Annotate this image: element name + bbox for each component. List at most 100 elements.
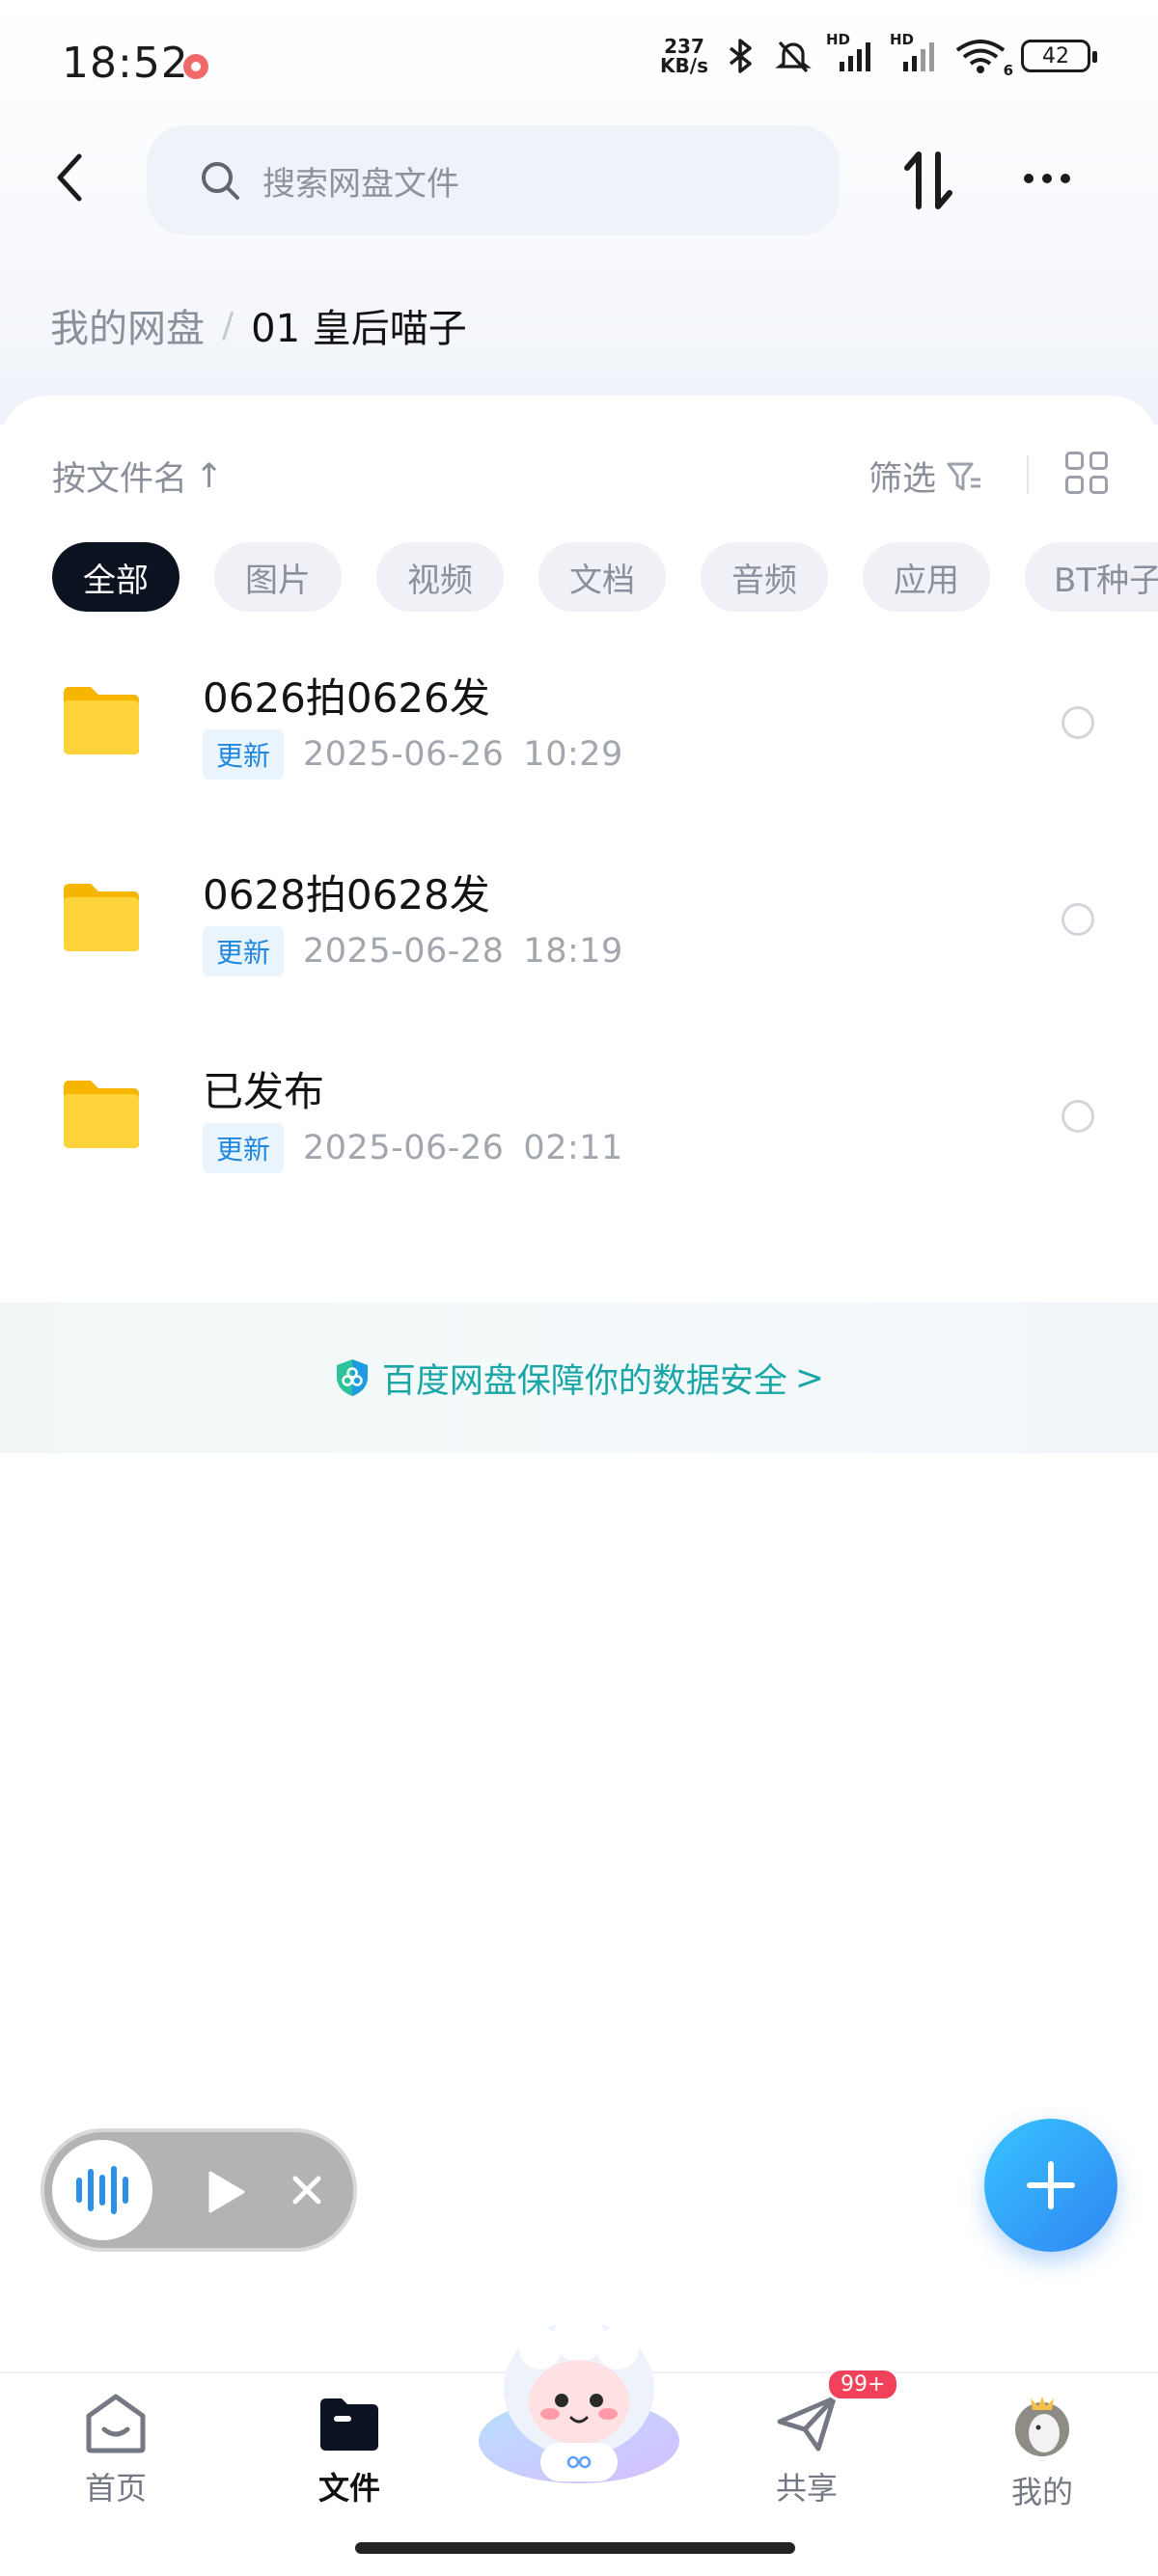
file-meta: 更新 2025-06-28 18:19 bbox=[203, 926, 623, 976]
sort-by-name-button[interactable]: 按文件名 ↑ bbox=[52, 452, 223, 501]
toolbar-divider bbox=[1027, 455, 1029, 494]
home-indicator[interactable] bbox=[355, 2542, 795, 2554]
file-date: 2025-06-28 bbox=[303, 932, 505, 971]
filter-label: 筛选 bbox=[868, 460, 937, 499]
grid-cell-icon bbox=[1065, 452, 1084, 470]
nav-label: 首页 bbox=[84, 2470, 147, 2507]
transfer-button[interactable] bbox=[897, 147, 959, 214]
update-badge: 更新 bbox=[203, 729, 285, 780]
chip-apps[interactable]: 应用 bbox=[863, 542, 990, 612]
file-row[interactable]: 已发布 更新 2025-06-26 02:11 bbox=[0, 1038, 1158, 1208]
play-icon[interactable] bbox=[205, 2169, 247, 2215]
status-icons: 237 KB/s HD HD 6 42 bbox=[660, 31, 1097, 79]
chip-documents[interactable]: 文档 bbox=[538, 542, 666, 612]
grid-cell-icon bbox=[1089, 452, 1108, 470]
chevron-right-icon: > bbox=[794, 1357, 825, 1398]
close-icon[interactable] bbox=[288, 2171, 326, 2209]
update-badge: 更新 bbox=[203, 1123, 285, 1173]
file-name: 已发布 bbox=[203, 1068, 325, 1115]
notification-icon bbox=[183, 54, 208, 79]
wave-bar-icon bbox=[123, 2177, 128, 2204]
wave-bar-icon bbox=[99, 2175, 105, 2206]
nav-profile[interactable]: 我的 bbox=[975, 2393, 1110, 2518]
grid-view-button[interactable] bbox=[1065, 452, 1108, 494]
search-input[interactable]: 搜索网盘文件 bbox=[147, 125, 840, 235]
chip-videos[interactable]: 视频 bbox=[376, 542, 504, 612]
folder-icon bbox=[64, 884, 139, 951]
wave-bar-icon bbox=[111, 2166, 117, 2214]
nav-label: 文件 bbox=[317, 2470, 380, 2507]
file-meta: 更新 2025-06-26 02:11 bbox=[203, 1123, 623, 1173]
chip-bt-seeds[interactable]: BT种子 bbox=[1025, 542, 1158, 612]
breadcrumb-current: 01 皇后喵子 bbox=[251, 307, 467, 351]
shield-icon bbox=[336, 1359, 368, 1396]
wifi-icon: 6 bbox=[953, 37, 1013, 79]
wave-bar-icon bbox=[88, 2169, 94, 2211]
file-row[interactable]: 0628拍0628发 更新 2025-06-28 18:19 bbox=[0, 841, 1158, 1011]
mute-icon bbox=[774, 37, 813, 75]
nav-label: 我的 bbox=[1010, 2474, 1073, 2510]
grid-cell-icon bbox=[1089, 476, 1108, 494]
file-time: 18:19 bbox=[523, 932, 623, 971]
nav-share[interactable]: 共享 bbox=[739, 2393, 874, 2518]
status-bar: 18:52 237 KB/s HD HD 6 42 bbox=[0, 0, 1158, 130]
signal-icon-1: HD bbox=[826, 31, 876, 75]
transfer-arrows-icon bbox=[904, 151, 952, 209]
data-safety-banner[interactable]: 百度网盘保障你的数据安全 > bbox=[0, 1302, 1158, 1453]
select-checkbox[interactable] bbox=[1062, 903, 1094, 936]
share-count-badge: 99+ bbox=[826, 2368, 900, 2401]
breadcrumb-separator: / bbox=[222, 305, 234, 345]
bluetooth-icon bbox=[722, 37, 760, 75]
file-time: 10:29 bbox=[523, 735, 623, 774]
mini-audio-player[interactable] bbox=[41, 2128, 357, 2252]
wave-bar-icon bbox=[76, 2178, 82, 2203]
net-speed-value: 237 bbox=[664, 35, 704, 58]
file-time: 02:11 bbox=[523, 1129, 623, 1167]
status-time: 18:52 bbox=[62, 39, 189, 88]
more-dot-icon bbox=[1061, 174, 1070, 183]
back-arrow-icon bbox=[57, 153, 82, 202]
filter-button[interactable]: 筛选 bbox=[868, 452, 982, 501]
chip-images[interactable]: 图片 bbox=[214, 542, 342, 612]
more-dot-icon bbox=[1042, 174, 1052, 183]
select-checkbox[interactable] bbox=[1062, 706, 1094, 739]
battery-indicator: 42 bbox=[1021, 40, 1097, 72]
signal-label-1: HD bbox=[826, 31, 851, 48]
grid-cell-icon bbox=[1065, 476, 1084, 494]
select-checkbox[interactable] bbox=[1062, 1100, 1094, 1133]
nav-files[interactable]: 文件 bbox=[282, 2393, 417, 2518]
audio-wave-button[interactable] bbox=[52, 2140, 152, 2240]
nav-home[interactable]: 首页 bbox=[48, 2393, 183, 2518]
safety-text: 百度网盘保障你的数据安全 bbox=[381, 1361, 787, 1401]
category-chips: 全部 图片 视频 文档 音频 应用 BT种子 bbox=[52, 542, 1158, 614]
net-speed-unit: KB/s bbox=[660, 54, 708, 77]
file-row[interactable]: 0626拍0626发 更新 2025-06-26 10:29 bbox=[0, 644, 1158, 814]
chip-all[interactable]: 全部 bbox=[52, 542, 179, 612]
file-name: 0628拍0628发 bbox=[203, 871, 490, 918]
back-button[interactable] bbox=[39, 147, 100, 208]
more-options-button[interactable] bbox=[1013, 154, 1081, 203]
folder-icon bbox=[64, 1081, 139, 1148]
home-icon bbox=[86, 2394, 146, 2453]
more-dot-icon bbox=[1024, 174, 1034, 183]
signal-icon-2: HD bbox=[890, 31, 940, 75]
send-icon bbox=[777, 2396, 837, 2452]
chip-audio[interactable]: 音频 bbox=[701, 542, 828, 612]
top-header: 搜索网盘文件 bbox=[0, 125, 1158, 239]
sort-arrow-icon: ↑ bbox=[195, 456, 224, 496]
plus-icon bbox=[1027, 2161, 1075, 2209]
search-icon bbox=[202, 162, 239, 200]
breadcrumb-root[interactable]: 我的网盘 bbox=[50, 297, 205, 353]
file-name: 0626拍0626发 bbox=[203, 674, 490, 722]
file-date: 2025-06-26 bbox=[303, 735, 505, 774]
add-button[interactable] bbox=[984, 2119, 1117, 2252]
sort-label: 按文件名 bbox=[52, 460, 188, 499]
assistant-mascot-icon[interactable] bbox=[473, 2314, 685, 2487]
file-date: 2025-06-26 bbox=[303, 1129, 505, 1167]
signal-label-2: HD bbox=[890, 31, 915, 48]
breadcrumb: 我的网盘 / 01 皇后喵子 bbox=[50, 297, 467, 353]
sort-bar: 按文件名 ↑ 筛选 bbox=[52, 452, 1114, 500]
nav-label: 共享 bbox=[775, 2470, 838, 2507]
file-meta: 更新 2025-06-26 10:29 bbox=[203, 729, 623, 780]
update-badge: 更新 bbox=[203, 926, 285, 976]
